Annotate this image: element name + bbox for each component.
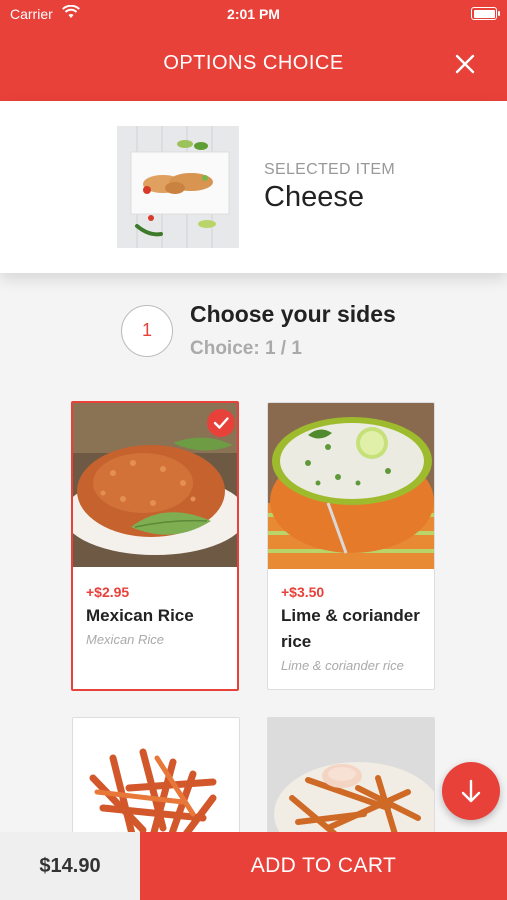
option-description: Mexican Rice [86, 632, 165, 647]
option-name: Lime & coriander rice [281, 606, 420, 651]
cart-bar: $14.90 ADD TO CART [0, 832, 507, 900]
step-title: Choose your sides [190, 301, 396, 327]
check-icon [207, 409, 235, 437]
option-price: +$2.95 [86, 584, 130, 600]
add-to-cart-button[interactable]: ADD TO CART [140, 832, 507, 900]
selected-item-label: SELECTED ITEM [264, 161, 396, 178]
step-choice-count: Choice: 1 / 1 [190, 338, 302, 359]
cart-total: $14.90 [0, 832, 140, 900]
battery-icon [471, 7, 500, 20]
selected-item-name: Cheese [264, 181, 364, 213]
step-number-badge: 1 [121, 305, 173, 357]
arrow-down-icon [461, 779, 481, 803]
option-price: +$3.50 [281, 584, 325, 600]
status-time: 2:01 PM [227, 6, 280, 22]
selected-item-image [117, 126, 239, 248]
option-name: Mexican Rice [86, 606, 194, 625]
selected-item-card: SELECTED ITEM Cheese [0, 101, 507, 273]
page-title: OPTIONS CHOICE [163, 52, 344, 74]
status-bar: Carrier 2:01 PM [0, 0, 507, 28]
option-description: Lime & coriander rice [281, 658, 404, 673]
close-icon[interactable] [453, 52, 477, 76]
option-card-mexican-rice[interactable]: +$2.95 Mexican Rice Mexican Rice [71, 401, 239, 691]
scroll-down-button[interactable] [442, 762, 500, 820]
header-bar: Carrier 2:01 PM OPTIONS CHOICE [0, 0, 507, 101]
lime-coriander-rice-image [268, 403, 434, 569]
option-card-lime-coriander-rice[interactable]: +$3.50 Lime & coriander rice Lime & cori… [267, 402, 435, 690]
